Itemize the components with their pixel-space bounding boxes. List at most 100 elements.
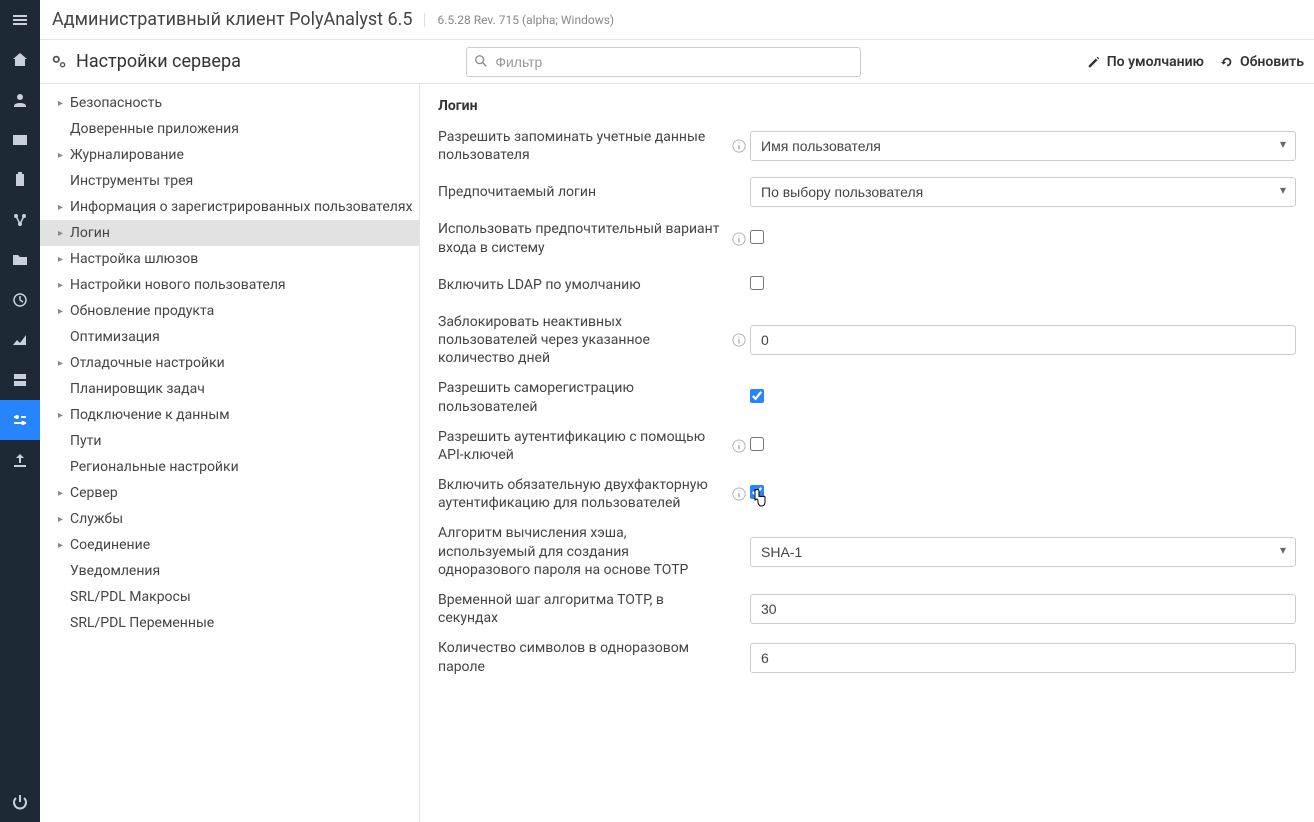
tree-item[interactable]: ▸Логин — [40, 220, 419, 246]
tree-item-label: Доверенные приложения — [70, 121, 239, 137]
twofa-checkbox[interactable] — [750, 485, 764, 499]
topbar: Административный клиент PolyAnalyst 6.5 … — [40, 0, 1314, 40]
nav-settings-icon[interactable] — [0, 400, 40, 440]
tree-item[interactable]: ▸Подключение к данным — [40, 402, 419, 428]
settings-form: Логин Разрешить запоминать учетные данны… — [420, 84, 1314, 822]
page-toolbar: Настройки сервера По умолчанию Обновить — [40, 40, 1314, 84]
digits-input[interactable] — [750, 643, 1296, 673]
toolbar-actions: По умолчанию Обновить — [1087, 54, 1304, 70]
tree-item[interactable]: ▸Обновление продукта — [40, 298, 419, 324]
tree-item[interactable]: Планировщик задач — [40, 376, 419, 402]
caret-icon: ▸ — [58, 228, 68, 239]
caret-icon: ▸ — [58, 280, 68, 291]
tree-item[interactable]: Инструменты трея — [40, 168, 419, 194]
nav-folder-icon[interactable] — [0, 240, 40, 280]
tree-item-label: Соединение — [70, 537, 150, 553]
row-remember: Разрешить запоминать учетные данные поль… — [438, 128, 1296, 164]
tree-item-label: Безопасность — [70, 95, 162, 111]
tree-item[interactable]: ▸Информация о зарегистрированных пользов… — [40, 194, 419, 220]
caret-icon: ▸ — [58, 358, 68, 369]
filter-input[interactable] — [466, 47, 861, 77]
nav-power-icon[interactable] — [0, 782, 40, 822]
tree-item-label: Настройка шлюзов — [70, 251, 198, 267]
row-digits: Количество символов в одноразовом пароле — [438, 639, 1296, 675]
refresh-button[interactable]: Обновить — [1220, 54, 1304, 70]
tree-item[interactable]: ▸Настройка шлюзов — [40, 246, 419, 272]
app-version: 6.5.28 Rev. 715 (alpha; Windows) — [424, 13, 614, 27]
tree-item[interactable]: ▸Отладочные настройки — [40, 350, 419, 376]
row-step: Временной шаг алгоритма ТОТР, в секундах — [438, 591, 1296, 627]
hash-select[interactable] — [750, 537, 1296, 567]
tree-item-label: Отладочные настройки — [70, 355, 225, 371]
nav-network-icon[interactable] — [0, 200, 40, 240]
preferred-select[interactable] — [750, 177, 1296, 207]
nav-clock-icon[interactable] — [0, 280, 40, 320]
tree-item[interactable]: ▸Сервер — [40, 480, 419, 506]
label: Разрешить аутентификацию с помощью API-к… — [438, 428, 728, 464]
caret-icon: ▸ — [58, 488, 68, 499]
page-title-wrap: Настройки сервера — [50, 51, 241, 72]
tree-item[interactable]: ▸Безопасность — [40, 90, 419, 116]
caret-icon: ▸ — [58, 410, 68, 421]
tree-item[interactable]: ▸Службы — [40, 506, 419, 532]
row-api-keys: Разрешить аутентификацию с помощью API-к… — [438, 428, 1296, 464]
tree-item-label: Региональные настройки — [70, 459, 239, 475]
gears-icon — [50, 53, 68, 71]
use-preferred-checkbox[interactable] — [750, 230, 764, 244]
tree-item-label: Информация о зарегистрированных пользова… — [70, 199, 413, 215]
self-reg-checkbox[interactable] — [750, 389, 764, 403]
info-icon[interactable] — [728, 139, 750, 153]
label: Предпочитаемый логин — [438, 183, 728, 201]
info-icon[interactable] — [728, 333, 750, 347]
info-icon[interactable] — [728, 487, 750, 501]
defaults-button[interactable]: По умолчанию — [1087, 54, 1204, 70]
block-inactive-input[interactable] — [750, 325, 1296, 355]
label: Заблокировать неактивных пользователей ч… — [438, 313, 728, 368]
tree-item-label: Оптимизация — [70, 329, 160, 345]
tree-item[interactable]: ▸Журналирование — [40, 142, 419, 168]
row-hash: Алгоритм вычисления хэша, используемый д… — [438, 524, 1296, 579]
menu-toggle-button[interactable] — [0, 0, 40, 40]
tree-item-label: Обновление продукта — [70, 303, 214, 319]
nav-chart-icon[interactable] — [0, 320, 40, 360]
tree-item[interactable]: ▸Настройки нового пользователя — [40, 272, 419, 298]
info-icon[interactable] — [728, 232, 750, 246]
content-area: Административный клиент PolyAnalyst 6.5 … — [40, 0, 1314, 822]
row-use-preferred: Использовать предпочтительный вариант вх… — [438, 220, 1296, 256]
tree-item-label: Подключение к данным — [70, 407, 230, 423]
nav-card-icon[interactable] — [0, 120, 40, 160]
tree-item[interactable]: Региональные настройки — [40, 454, 419, 480]
tree-item-label: Пути — [70, 433, 101, 449]
nav-home-icon[interactable] — [0, 40, 40, 80]
nav-users-icon[interactable] — [0, 80, 40, 120]
tree-item-label: Журналирование — [70, 147, 184, 163]
info-icon[interactable] — [728, 439, 750, 453]
label: Разрешить запоминать учетные данные поль… — [438, 128, 728, 164]
refresh-icon — [1220, 55, 1234, 69]
tree-item-label: Уведомления — [70, 563, 160, 579]
nav-upload-icon[interactable] — [0, 440, 40, 480]
ldap-checkbox[interactable] — [750, 276, 764, 290]
label: Разрешить саморегистрацию пользователей — [438, 379, 728, 415]
caret-icon: ▸ — [58, 150, 68, 161]
tree-item[interactable]: SRL/PDL Макросы — [40, 584, 419, 610]
tree-item-label: Службы — [70, 511, 123, 527]
caret-icon: ▸ — [58, 514, 68, 525]
main: ▸БезопасностьДоверенные приложения▸Журна… — [40, 84, 1314, 822]
tree-item[interactable]: Оптимизация — [40, 324, 419, 350]
nav-clipboard-icon[interactable] — [0, 160, 40, 200]
tree-item-label: SRL/PDL Макросы — [70, 589, 191, 605]
tree-item[interactable]: ▸Соединение — [40, 532, 419, 558]
step-input[interactable] — [750, 594, 1296, 624]
caret-icon: ▸ — [58, 540, 68, 551]
tree-item[interactable]: Уведомления — [40, 558, 419, 584]
label: Использовать предпочтительный вариант вх… — [438, 220, 728, 256]
tree-item-label: Логин — [70, 225, 110, 241]
vertical-nav — [0, 0, 40, 822]
tree-item[interactable]: SRL/PDL Переменные — [40, 610, 419, 636]
tree-item[interactable]: Пути — [40, 428, 419, 454]
nav-server-icon[interactable] — [0, 360, 40, 400]
remember-select[interactable] — [750, 131, 1296, 161]
api-keys-checkbox[interactable] — [750, 437, 764, 451]
tree-item[interactable]: Доверенные приложения — [40, 116, 419, 142]
